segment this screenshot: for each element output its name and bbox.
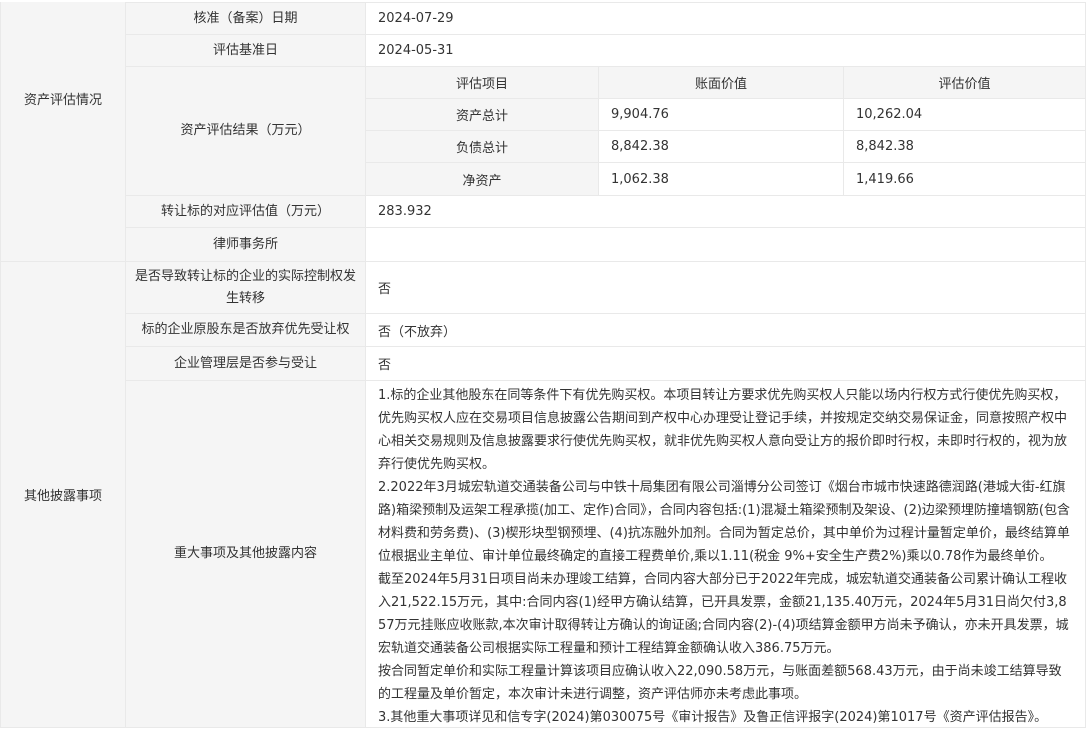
table-row-base-date: 评估基准日 2024-05-31 — [126, 35, 1085, 67]
major-matters-content: 1.标的企业其他股东在同等条件下有优先购买权。本项目转让方要求优先购买权人只能以… — [366, 381, 1085, 727]
row-value: 否 — [366, 347, 1085, 380]
inner-table-row-total-liabilities: 负债总计 8,842.38 8,842.38 — [366, 131, 1085, 163]
section-asset-valuation: 资产评估情况 核准（备案）日期 2024-07-29 评估基准日 2024-05… — [1, 2, 1085, 262]
row-label: 标的企业原股东是否放弃优先受让权 — [126, 314, 366, 346]
table-row-management-participation: 企业管理层是否参与受让 否 — [126, 347, 1085, 381]
inner-table-row-total-assets: 资产总计 9,904.76 10,262.04 — [366, 99, 1085, 131]
section-asset-valuation-header: 资产评估情况 — [1, 2, 126, 261]
major-matters-paragraph: 3.其他重大事项详见和信专字(2024)第030075号《审计报告》及鲁正信评报… — [378, 706, 1071, 727]
inner-cell-item: 负债总计 — [366, 131, 599, 162]
row-label: 评估基准日 — [126, 35, 366, 66]
major-matters-paragraph: 截至2024年5月31日项目尚未办理竣工结算，合同内容大部分已于2022年完成，… — [378, 568, 1071, 660]
inner-table-row-net-assets: 净资产 1,062.38 1,419.66 — [366, 163, 1085, 195]
major-matters-paragraph: 1.标的企业其他股东在同等条件下有优先购买权。本项目转让方要求优先购买权人只能以… — [378, 384, 1071, 476]
table-row-waive-priority: 标的企业原股东是否放弃优先受让权 否（不放弃） — [126, 314, 1085, 347]
inner-cell-assessed-value: 10,262.04 — [844, 99, 1085, 130]
inner-cell-assessed-value: 8,842.38 — [844, 131, 1085, 162]
table-row-target-evaluated-value: 转让标的对应评估值（万元） 283.932 — [126, 196, 1085, 228]
inner-cell-assessed-value: 1,419.66 — [844, 163, 1085, 195]
section-asset-valuation-rows: 核准（备案）日期 2024-07-29 评估基准日 2024-05-31 资产评… — [126, 2, 1085, 261]
inner-header-item: 评估项目 — [366, 67, 599, 98]
section-other-disclosure-header: 其他披露事项 — [1, 262, 126, 727]
inner-table-header-row: 评估项目 账面价值 评估价值 — [366, 67, 1085, 99]
section-title: 其他披露事项 — [24, 485, 102, 504]
row-value: 否 — [366, 262, 1085, 313]
inner-header-book-value: 账面价值 — [599, 67, 844, 98]
row-label: 重大事项及其他披露内容 — [126, 381, 366, 727]
row-value: 否（不放弃） — [366, 314, 1085, 346]
section-other-disclosure: 其他披露事项 是否导致转让标的企业的实际控制权发生转移 否 标的企业原股东是否放… — [1, 262, 1085, 728]
inner-cell-item: 资产总计 — [366, 99, 599, 130]
row-value — [366, 228, 1085, 261]
inner-cell-book-value: 8,842.38 — [599, 131, 844, 162]
major-matters-paragraph: 2.2022年3月城宏轨道交通装备公司与中铁十局集团有限公司淄博分公司签订《烟台… — [378, 476, 1071, 568]
disclosure-table: 资产评估情况 核准（备案）日期 2024-07-29 评估基准日 2024-05… — [0, 2, 1086, 728]
row-value: 2024-05-31 — [366, 35, 1085, 66]
table-row-law-firm: 律师事务所 — [126, 228, 1085, 261]
row-value: 2024-07-29 — [366, 3, 1085, 34]
section-title: 资产评估情况 — [24, 89, 102, 108]
row-value: 283.932 — [366, 196, 1085, 227]
major-matters-paragraph: 按合同暂定单价和实际工程量计算该项目应确认收入22,090.58万元，与账面差额… — [378, 660, 1071, 706]
row-label: 资产评估结果（万元） — [126, 67, 366, 195]
inner-cell-book-value: 1,062.38 — [599, 163, 844, 195]
inner-cell-book-value: 9,904.76 — [599, 99, 844, 130]
table-row-control-transfer: 是否导致转让标的企业的实际控制权发生转移 否 — [126, 262, 1085, 314]
row-label: 核准（备案）日期 — [126, 3, 366, 34]
table-row-approval-date: 核准（备案）日期 2024-07-29 — [126, 3, 1085, 35]
inner-cell-item: 净资产 — [366, 163, 599, 195]
row-label: 企业管理层是否参与受让 — [126, 347, 366, 380]
inner-header-assessed-value: 评估价值 — [844, 67, 1085, 98]
row-label: 是否导致转让标的企业的实际控制权发生转移 — [126, 262, 366, 313]
row-label: 转让标的对应评估值（万元） — [126, 196, 366, 227]
table-row-valuation-result: 资产评估结果（万元） 评估项目 账面价值 评估价值 资产总计 9,904.76 … — [126, 67, 1085, 196]
valuation-result-inner-table: 评估项目 账面价值 评估价值 资产总计 9,904.76 10,262.04 负… — [366, 67, 1085, 195]
table-row-major-matters: 重大事项及其他披露内容 1.标的企业其他股东在同等条件下有优先购买权。本项目转让… — [126, 381, 1085, 727]
row-label: 律师事务所 — [126, 228, 366, 261]
section-other-disclosure-rows: 是否导致转让标的企业的实际控制权发生转移 否 标的企业原股东是否放弃优先受让权 … — [126, 262, 1085, 727]
